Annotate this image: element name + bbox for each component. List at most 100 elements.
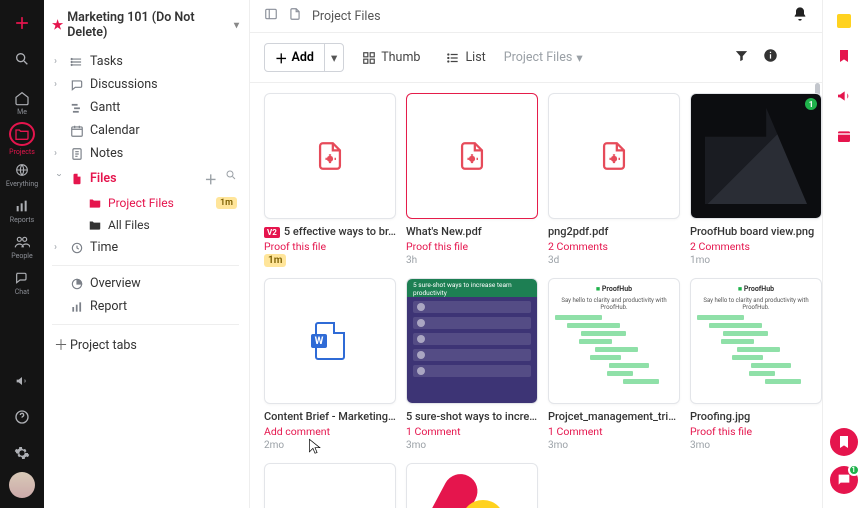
file-thumb[interactable]: 1: [690, 93, 822, 219]
nav-people[interactable]: People: [5, 230, 39, 264]
fab-bookmark[interactable]: [830, 428, 858, 456]
filter-label: Project Files: [504, 50, 573, 65]
file-card[interactable]: ■ ProofHubSay hello to clarity and produ…: [690, 278, 822, 451]
file-card[interactable]: ■ ProofHubSay hello to clarity and produ…: [548, 278, 680, 451]
view-thumb-button[interactable]: Thumb: [354, 46, 428, 69]
toggle-sidebar-icon[interactable]: [264, 7, 278, 25]
file-thumb[interactable]: [264, 93, 396, 219]
tree-item-files[interactable]: › Files ＋: [48, 165, 243, 192]
nav-reports-label: Reports: [10, 216, 34, 224]
files-grid: V25 effective ways to br… Proof this file…: [250, 83, 822, 508]
view-label: List: [465, 50, 485, 65]
tree-add-project-tabs[interactable]: ＋Project tabs: [48, 331, 243, 359]
file-thumb[interactable]: [406, 93, 538, 219]
file-thumb[interactable]: [264, 463, 396, 508]
tree-item-gantt[interactable]: Gantt: [48, 96, 243, 119]
tree-item-discussions[interactable]: ›Discussions: [48, 73, 243, 96]
tree-label: Files: [90, 171, 117, 186]
announcements-button[interactable]: [5, 364, 39, 398]
user-avatar[interactable]: [9, 472, 35, 498]
file-subtext[interactable]: 1 Comment: [548, 425, 680, 438]
source-filter-dropdown[interactable]: Project Files ▾: [504, 50, 583, 66]
file-name: 5 sure-shot ways to incre…: [406, 410, 538, 423]
nav-everything[interactable]: Everything: [5, 158, 39, 192]
file-thumb[interactable]: ■ ProofHubSay hello to clarity and produ…: [690, 278, 822, 404]
nav-projects[interactable]: Projects: [5, 122, 39, 156]
new-badge: 1m: [216, 197, 237, 209]
settings-button[interactable]: [5, 436, 39, 470]
view-list-button[interactable]: List: [438, 46, 493, 69]
nav-projects-label: Projects: [9, 148, 35, 156]
tree-item-time[interactable]: ›Time: [48, 236, 243, 259]
file-name: Proofing.jpg: [690, 410, 822, 423]
search-files-icon[interactable]: [225, 169, 237, 188]
page-header: Project Files: [250, 0, 822, 33]
file-card[interactable]: V25 effective ways to br… Proof this file…: [264, 93, 396, 266]
fab-chat[interactable]: 1: [830, 466, 858, 494]
file-name: V25 effective ways to br…: [264, 225, 396, 238]
add-dropdown-caret[interactable]: ▾: [324, 44, 343, 71]
tree-label: Notes: [90, 146, 123, 161]
add-button[interactable]: ＋ Add: [265, 44, 324, 71]
info-icon[interactable]: [763, 48, 778, 67]
file-card[interactable]: 5 sure-shot ways to increase team produc…: [406, 278, 538, 451]
tree-label: All Files: [108, 218, 150, 232]
file-thumb[interactable]: [548, 93, 680, 219]
project-tree-panel: ★ Marketing 101 (Do Not Delete) ▾ ›Tasks…: [44, 0, 250, 508]
file-card[interactable]: png2pdf.pdf2 Comments3d: [548, 93, 680, 266]
nav-me-label: Me: [17, 108, 27, 116]
file-card[interactable]: [264, 463, 396, 508]
nav-me[interactable]: Me: [5, 86, 39, 120]
tree-item-tasks[interactable]: ›Tasks: [48, 50, 243, 73]
file-time: 1mo: [690, 255, 822, 266]
fab-badge: 1: [848, 464, 860, 476]
rail-announce-icon[interactable]: [836, 88, 852, 108]
file-subtext[interactable]: Proof this file: [406, 240, 538, 253]
file-subtext[interactable]: 2 Comments: [690, 240, 822, 253]
file-card[interactable]: 1 ProofHub board view.png 2 Comments 1mo: [690, 93, 822, 266]
file-card[interactable]: Content Brief - Marketing …Add comment2m…: [264, 278, 396, 451]
file-thumb[interactable]: [264, 278, 396, 404]
tree-sub-project-files[interactable]: Project Files 1m: [82, 192, 243, 214]
file-subtext[interactable]: Add comment: [264, 425, 396, 438]
file-thumb[interactable]: ■ ProofHubSay hello to clarity and produ…: [548, 278, 680, 404]
tree-label: Gantt: [90, 100, 120, 115]
file-subtext[interactable]: 2 Comments: [548, 240, 680, 253]
file-subtext[interactable]: Proof this file: [264, 240, 396, 253]
project-title-text: Marketing 101 (Do Not Delete): [67, 10, 230, 40]
file-time: 3mo: [690, 440, 822, 451]
file-subtext[interactable]: Proof this file: [690, 425, 822, 438]
file-time: 2mo: [264, 440, 396, 451]
filter-icon[interactable]: [734, 48, 749, 67]
nav-reports[interactable]: Reports: [5, 194, 39, 228]
nav-chat[interactable]: Chat: [5, 266, 39, 300]
global-search-button[interactable]: [5, 42, 39, 76]
tree-item-calendar[interactable]: Calendar: [48, 119, 243, 142]
file-time: 3mo: [548, 440, 680, 451]
tree-sub-all-files[interactable]: All Files: [82, 214, 243, 236]
tree-overview[interactable]: Overview: [48, 272, 243, 295]
rail-calendar-icon[interactable]: [836, 128, 852, 148]
right-rail: 1: [822, 0, 864, 508]
file-thumb[interactable]: 5 sure-shot ways to increase team produc…: [406, 278, 538, 404]
tree-label: Discussions: [90, 77, 158, 92]
file-name: ProofHub board view.png: [690, 225, 822, 238]
nav-chat-label: Chat: [15, 288, 30, 296]
tree-label: Tasks: [90, 54, 123, 69]
tree-label: Report: [90, 299, 127, 314]
file-card[interactable]: [406, 463, 538, 508]
file-card[interactable]: What's New.pdfProof this file3h: [406, 93, 538, 266]
file-time: 1m: [264, 255, 396, 266]
rail-bookmark-icon[interactable]: [836, 48, 852, 68]
project-title[interactable]: ★ Marketing 101 (Do Not Delete) ▾: [48, 8, 243, 50]
tree-report[interactable]: Report: [48, 295, 243, 318]
rail-notes-icon[interactable]: [837, 14, 851, 28]
global-add-button[interactable]: [5, 6, 39, 40]
notifications-icon[interactable]: [792, 6, 808, 26]
file-thumb[interactable]: [406, 463, 538, 508]
add-file-icon[interactable]: ＋: [204, 169, 217, 188]
tree-item-notes[interactable]: ›Notes: [48, 142, 243, 165]
file-icon: [288, 7, 302, 25]
help-button[interactable]: [5, 400, 39, 434]
file-subtext[interactable]: 1 Comment: [406, 425, 538, 438]
